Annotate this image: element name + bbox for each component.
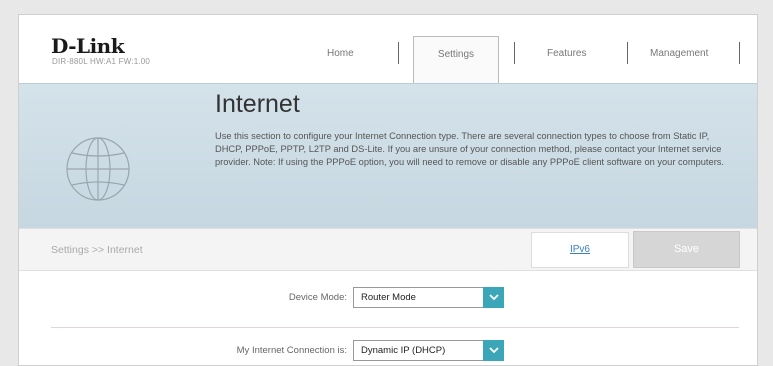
nav-separator <box>739 42 740 64</box>
nav-settings[interactable]: Settings <box>413 36 499 83</box>
router-admin-window: D-Link DIR-880L HW:A1 FW:1.00 Home Setti… <box>18 14 758 366</box>
globe-icon <box>66 137 130 201</box>
device-mode-value: Router Mode <box>361 292 416 303</box>
device-mode-row: Device Mode: Router Mode <box>19 287 757 309</box>
page-description: Use this section to configure your Inter… <box>215 131 725 167</box>
nav-features[interactable]: Features <box>547 48 586 59</box>
connection-type-select[interactable]: Dynamic IP (DHCP) <box>353 340 504 361</box>
connection-type-value: Dynamic IP (DHCP) <box>361 345 446 356</box>
header: D-Link DIR-880L HW:A1 FW:1.00 Home Setti… <box>19 15 757 83</box>
chevron-down-icon[interactable] <box>483 287 504 308</box>
section-divider <box>51 327 739 328</box>
ipv6-button[interactable]: IPv6 <box>531 232 629 268</box>
save-button-label: Save <box>673 243 700 255</box>
connection-type-label: My Internet Connection is: <box>236 345 347 356</box>
model-info: DIR-880L HW:A1 FW:1.00 <box>52 57 151 66</box>
breadcrumb-bar: Settings >> Internet IPv6 Save <box>19 228 757 271</box>
chevron-down-icon[interactable] <box>483 340 504 361</box>
device-mode-select[interactable]: Router Mode <box>353 287 504 308</box>
connection-type-row: My Internet Connection is: Dynamic IP (D… <box>19 340 757 362</box>
nav-separator <box>514 42 515 64</box>
nav-separator <box>627 42 628 64</box>
nav-home[interactable]: Home <box>327 48 354 59</box>
hero-banner: Internet Use this section to configure y… <box>19 83 757 229</box>
ipv6-link[interactable]: IPv6 <box>532 244 628 255</box>
dlink-logo: D-Link <box>51 34 125 58</box>
device-mode-label: Device Mode: <box>288 292 347 303</box>
nav-management[interactable]: Management <box>650 48 708 59</box>
breadcrumb: Settings >> Internet <box>51 244 143 256</box>
nav-separator <box>398 42 399 64</box>
save-button[interactable]: Save <box>633 231 740 268</box>
page-title: Internet <box>215 90 300 118</box>
nav-settings-label: Settings <box>437 49 475 60</box>
